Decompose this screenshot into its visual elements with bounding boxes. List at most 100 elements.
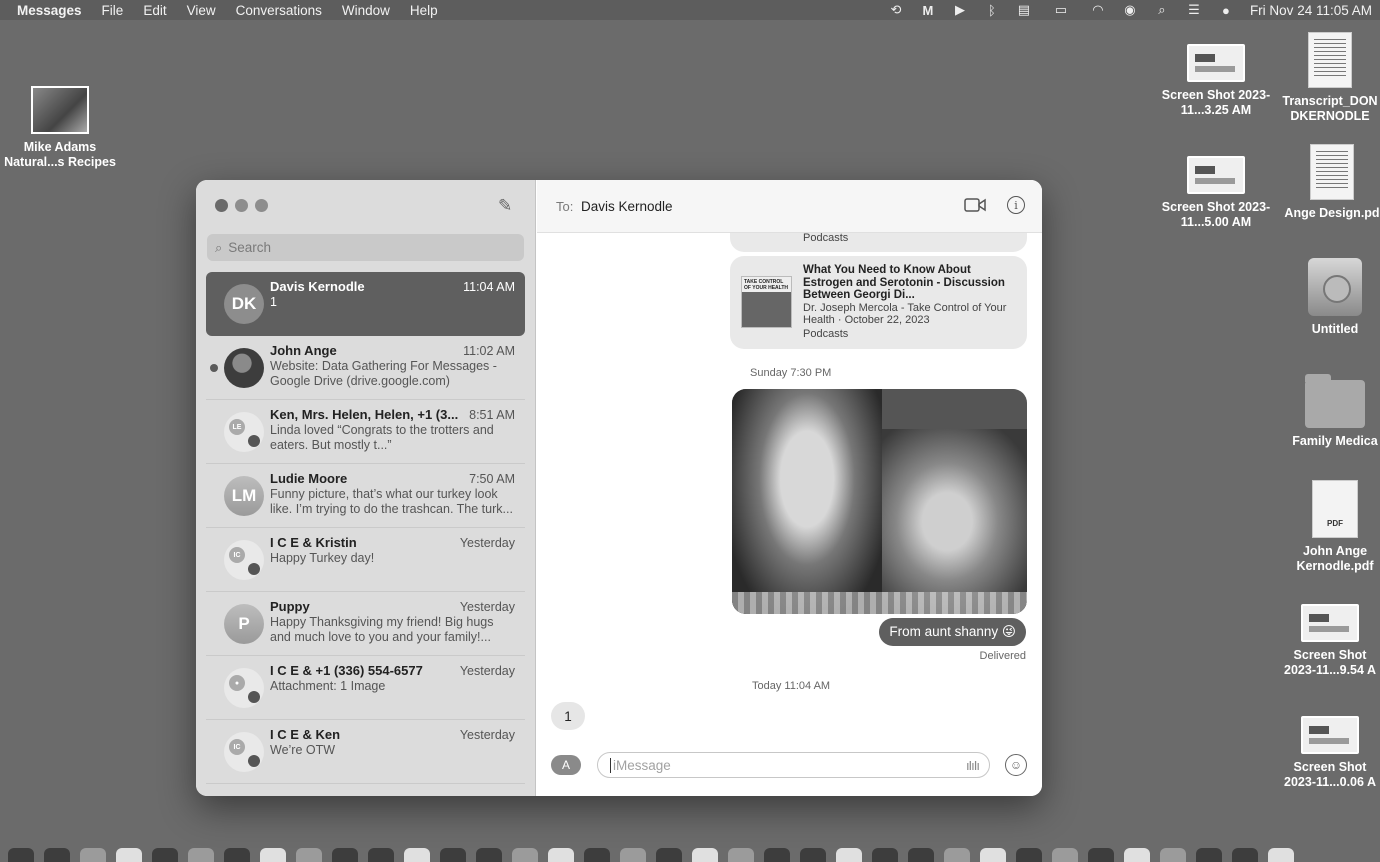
conversation-puppy[interactable]: P Puppy Yesterday Happy Thanksgiving my …: [206, 592, 525, 656]
conversation-ken-helen-group[interactable]: LE Ken, Mrs. Helen, Helen, +1 (3... 8:51…: [206, 400, 525, 464]
dock-app-icon[interactable]: [260, 848, 286, 862]
dock-app-icon[interactable]: [8, 848, 34, 862]
dock-app-icon[interactable]: [476, 848, 502, 862]
compose-icon[interactable]: ✎: [498, 196, 518, 216]
desktop-icon-transcript[interactable]: Transcript_DON DKERNODLE: [1280, 32, 1380, 124]
dock-app-icon[interactable]: [728, 848, 754, 862]
desktop-icon-label: Mike Adams Natural...s Recipes: [4, 140, 116, 169]
dock-app-icon[interactable]: [1196, 848, 1222, 862]
dock-app-icon[interactable]: [620, 848, 646, 862]
menu-file[interactable]: File: [102, 3, 124, 18]
battery-icon[interactable]: ▭: [1048, 2, 1074, 18]
desktop-icon-john-ange-pdf[interactable]: PDF John Ange Kernodle.pdf: [1290, 480, 1380, 574]
sync-icon[interactable]: ⟲: [888, 2, 904, 18]
screenshot-thumbnail-icon: [1187, 44, 1245, 82]
conversation-ludie-moore[interactable]: LM Ludie Moore 7:50 AM Funny picture, th…: [206, 464, 525, 528]
recipient-name[interactable]: Davis Kernodle: [581, 199, 673, 214]
message-input[interactable]: iMessage ıIıIı: [597, 752, 990, 778]
search-icon[interactable]: ⌕: [1154, 2, 1170, 18]
conversation-ice-kristin[interactable]: IC I C E & Kristin Yesterday Happy Turke…: [206, 528, 525, 592]
info-icon[interactable]: i: [1007, 196, 1025, 214]
dock-app-icon[interactable]: [656, 848, 682, 862]
desktop-icon-family-medical[interactable]: Family Medica: [1290, 374, 1380, 449]
bluetooth-icon[interactable]: ᛒ: [984, 2, 1000, 18]
dock-app-icon[interactable]: [836, 848, 862, 862]
dock-app-icon[interactable]: [152, 848, 178, 862]
dock-app-icon[interactable]: [1268, 848, 1294, 862]
close-window-button[interactable]: [215, 199, 228, 212]
dock-app-icon[interactable]: [1232, 848, 1258, 862]
desktop-icon-label: Screen Shot 2023-11...5.00 AM: [1161, 200, 1271, 229]
dock-app-icon[interactable]: [224, 848, 250, 862]
conversation-ice-phone[interactable]: ● I C E & +1 (336) 554-6577 Yesterday At…: [206, 656, 525, 720]
dock-app-icon[interactable]: [908, 848, 934, 862]
desktop-icon-label: Screen Shot 2023-11...9.54 A: [1284, 648, 1376, 677]
dock-app-icon[interactable]: [692, 848, 718, 862]
dock-app-icon[interactable]: [1160, 848, 1186, 862]
document-thumbnail-icon: [1310, 144, 1354, 200]
desktop-icon-untitled-disk[interactable]: Untitled: [1290, 258, 1380, 337]
menu-conversations[interactable]: Conversations: [236, 3, 322, 18]
dock-app-icon[interactable]: [368, 848, 394, 862]
desktop-icon-label: Ange Design.pd: [1284, 206, 1380, 220]
dock-app-icon[interactable]: [1052, 848, 1078, 862]
menu-view[interactable]: View: [187, 3, 216, 18]
audio-waveform-icon[interactable]: ıIıIı: [966, 758, 980, 773]
wifi-icon[interactable]: ◠: [1090, 2, 1106, 18]
dock-app-icon[interactable]: [944, 848, 970, 862]
conversation-ice-ken[interactable]: IC I C E & Ken Yesterday We’re OTW: [206, 720, 525, 784]
user-icon[interactable]: ◉: [1122, 2, 1138, 18]
dock-app-icon[interactable]: [80, 848, 106, 862]
emoji-icon[interactable]: ☺: [1005, 754, 1027, 776]
dock-app-icon[interactable]: [1016, 848, 1042, 862]
dock-app-icon[interactable]: [332, 848, 358, 862]
app-store-icon[interactable]: A: [551, 755, 581, 775]
zoom-window-button[interactable]: [255, 199, 268, 212]
desktop-icon-screenshot-3[interactable]: Screen Shot 2023-11...9.54 A: [1280, 604, 1380, 678]
search-input[interactable]: ⌕ Search: [207, 234, 524, 261]
received-message-bubble[interactable]: 1: [551, 702, 585, 730]
desktop-icon-screenshot-1[interactable]: Screen Shot 2023-11...3.25 AM: [1156, 44, 1276, 118]
keyboard-icon[interactable]: ▤: [1016, 2, 1032, 18]
conversation-name: I C E & +1 (336) 554-6577: [270, 663, 423, 678]
dock-app-icon[interactable]: [1088, 848, 1114, 862]
sent-message-bubble[interactable]: From aunt shanny 😜: [879, 618, 1026, 646]
screenshot-thumbnail-icon: [1187, 156, 1245, 194]
menu-clock[interactable]: Fri Nov 24 11:05 AM: [1250, 3, 1372, 18]
dock-app-icon[interactable]: [980, 848, 1006, 862]
desktop-icon-screenshot-4[interactable]: Screen Shot 2023-11...0.06 A: [1280, 716, 1380, 790]
siri-icon[interactable]: ●: [1218, 2, 1234, 18]
dock-app-icon[interactable]: [44, 848, 70, 862]
menu-edit[interactable]: Edit: [143, 3, 166, 18]
control-center-icon[interactable]: ☰: [1186, 2, 1202, 18]
dock-app-icon[interactable]: [548, 848, 574, 862]
conversation-name: Davis Kernodle: [270, 279, 365, 294]
desktop-icon-mike-adams[interactable]: Mike Adams Natural...s Recipes: [0, 86, 120, 170]
dock-app-icon[interactable]: [764, 848, 790, 862]
conversation-davis-kernodle[interactable]: DK Davis Kernodle 11:04 AM 1: [206, 272, 525, 336]
desktop-icon-label: Screen Shot 2023-11...3.25 AM: [1161, 88, 1271, 117]
desktop-icon-ange-design[interactable]: Ange Design.pd: [1284, 144, 1380, 221]
menu-help[interactable]: Help: [410, 3, 438, 18]
dock-app-icon[interactable]: [800, 848, 826, 862]
menu-app-messages[interactable]: Messages: [17, 3, 82, 18]
dock-app-icon[interactable]: [512, 848, 538, 862]
play-icon[interactable]: ▶: [952, 2, 968, 18]
malwarebytes-icon[interactable]: M: [920, 2, 936, 18]
avatar-photo: [248, 755, 260, 767]
dock-app-icon[interactable]: [584, 848, 610, 862]
dock-app-icon[interactable]: [296, 848, 322, 862]
dock-app-icon[interactable]: [404, 848, 430, 862]
link-preview-card[interactable]: TAKE CONTROL OF YOUR HEALTH What You Nee…: [730, 256, 1027, 349]
menu-window[interactable]: Window: [342, 3, 390, 18]
dock-app-icon[interactable]: [872, 848, 898, 862]
minimize-window-button[interactable]: [235, 199, 248, 212]
video-call-icon[interactable]: [964, 197, 986, 213]
conversation-john-ange[interactable]: John Ange 11:02 AM Website: Data Gatheri…: [206, 336, 525, 400]
dock-app-icon[interactable]: [188, 848, 214, 862]
desktop-icon-screenshot-2[interactable]: Screen Shot 2023-11...5.00 AM: [1156, 156, 1276, 230]
photo-attachment[interactable]: [732, 389, 1027, 614]
dock-app-icon[interactable]: [440, 848, 466, 862]
dock-app-icon[interactable]: [116, 848, 142, 862]
dock-app-icon[interactable]: [1124, 848, 1150, 862]
